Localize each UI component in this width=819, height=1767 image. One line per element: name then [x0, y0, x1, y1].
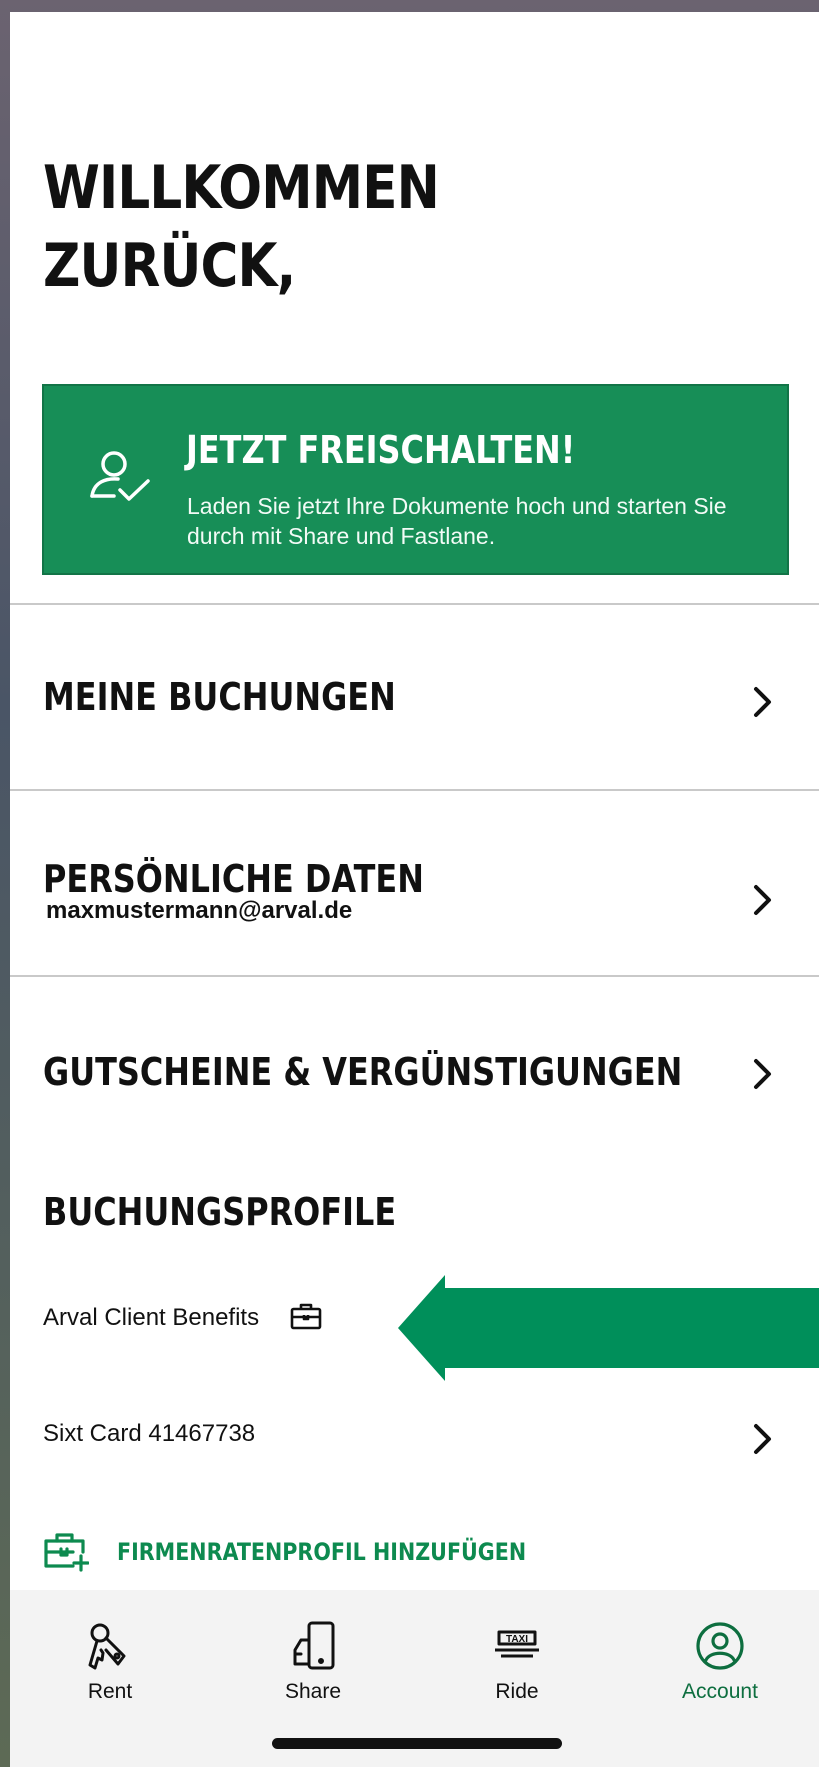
chevron-right-icon — [754, 1424, 771, 1454]
chevron-right-icon — [754, 885, 771, 915]
tab-label: Account — [682, 1680, 758, 1703]
chevron-right-icon — [754, 1059, 771, 1089]
phone-car-icon — [293, 1621, 335, 1670]
tab-label: Share — [284, 1680, 342, 1703]
title-line-1: WILLKOMMEN — [43, 153, 440, 223]
tab-account[interactable]: Account — [645, 1620, 795, 1720]
briefcase-plus-icon — [44, 1533, 89, 1572]
profile-sixt-card[interactable]: Sixt Card 41467738 — [10, 1382, 819, 1482]
page-title: WILLKOMMEN ZURÜCK, — [43, 149, 440, 305]
user-check-icon — [90, 451, 150, 501]
arrow-pointer — [398, 1275, 819, 1381]
account-screen: WILLKOMMEN ZURÜCK, JETZT FREISCHALTEN! L… — [10, 12, 819, 1767]
unlock-banner[interactable]: JETZT FREISCHALTEN! Laden Sie jetzt Ihre… — [42, 384, 789, 575]
briefcase-icon — [290, 1303, 322, 1330]
tab-rent[interactable]: Rent — [35, 1620, 185, 1720]
profile-label: Sixt Card 41467738 — [43, 1420, 256, 1447]
account-icon — [696, 1622, 744, 1670]
email-address: maxmustermann@arval.de — [46, 897, 353, 924]
menu-item-personal-data[interactable]: PERSÖNLICHE DATEN maxmustermann@arval.de — [10, 791, 819, 975]
menu-item-label: GUTSCHEINE & VERGÜNSTIGUNGEN — [43, 1050, 683, 1094]
tab-label: Rent — [87, 1680, 133, 1703]
tab-ride[interactable]: TAXI Ride — [442, 1620, 592, 1720]
title-line-2: ZURÜCK, — [43, 231, 296, 301]
tab-label: Ride — [495, 1680, 539, 1703]
svg-text:TAXI: TAXI — [506, 1634, 528, 1645]
banner-text: Laden Sie jetzt Ihre Dokumente hoch und … — [187, 493, 727, 549]
taxi-icon: TAXI — [495, 1630, 539, 1658]
menu-item-label: MEINE BUCHUNGEN — [43, 675, 396, 719]
menu-item-label: PERSÖNLICHE DATEN — [43, 857, 424, 901]
keys-icon — [88, 1623, 126, 1670]
add-corporate-profile-button[interactable]: FIRMENRATENPROFIL HINZUFÜGEN — [43, 1528, 543, 1578]
menu-item-vouchers[interactable]: GUTSCHEINE & VERGÜNSTIGUNGEN — [10, 977, 819, 1161]
add-profile-label: FIRMENRATENPROFIL HINZUFÜGEN — [117, 1538, 527, 1566]
menu-item-bookings[interactable]: MEINE BUCHUNGEN — [10, 605, 819, 789]
booking-profiles-heading: BUCHUNGSPROFILE — [43, 1190, 397, 1234]
chevron-right-icon — [754, 687, 771, 717]
tab-share[interactable]: Share — [238, 1620, 388, 1720]
banner-title: JETZT FREISCHALTEN! — [186, 428, 576, 472]
profile-arval-client-benefits[interactable]: Arval Client Benefits — [43, 1304, 259, 1332]
home-indicator — [272, 1738, 562, 1749]
